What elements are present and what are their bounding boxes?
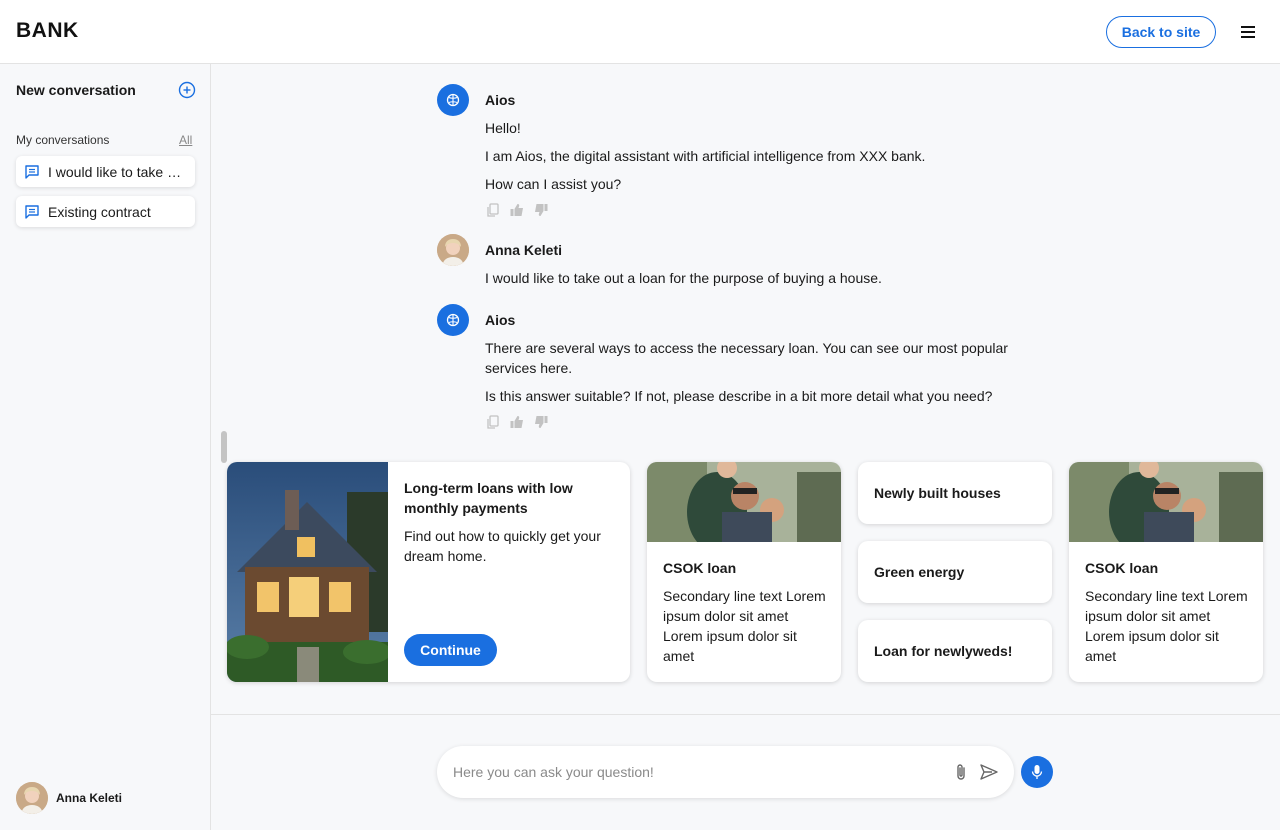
chat-icon bbox=[25, 164, 39, 179]
topic-label: Newly built houses bbox=[874, 485, 1001, 501]
family-image bbox=[1069, 462, 1263, 542]
question-input[interactable] bbox=[453, 760, 933, 784]
user-name: Anna Keleti bbox=[56, 791, 123, 805]
topic-label: Green energy bbox=[874, 564, 965, 580]
thumbs-up-icon[interactable] bbox=[509, 414, 525, 430]
conversation-label: I would like to take out a loan for the … bbox=[48, 163, 188, 180]
topic-label: Loan for newlyweds! bbox=[874, 643, 1013, 659]
new-conversation-label[interactable]: New conversation bbox=[16, 82, 136, 98]
message-text: How can I assist you? bbox=[485, 176, 622, 192]
bot-avatar bbox=[437, 304, 469, 336]
bot-avatar bbox=[437, 84, 469, 116]
family-image bbox=[647, 462, 841, 542]
message-actions bbox=[485, 202, 549, 218]
top-header: BANK Back to site bbox=[0, 0, 1280, 64]
card-title: Long-term loans with low monthly payment… bbox=[404, 480, 573, 516]
paperclip-icon[interactable] bbox=[952, 762, 970, 782]
featured-loan-card[interactable]: Long-term loans with low monthly payment… bbox=[227, 462, 630, 682]
back-to-site-button[interactable]: Back to site bbox=[1106, 16, 1216, 48]
thumbs-up-icon[interactable] bbox=[509, 202, 525, 218]
message-actions bbox=[485, 414, 549, 430]
card-title: CSOK loan bbox=[1085, 560, 1159, 576]
user-profile[interactable]: Anna Keleti bbox=[16, 782, 122, 814]
copy-icon[interactable] bbox=[485, 414, 501, 430]
copy-icon[interactable] bbox=[485, 202, 501, 218]
avatar bbox=[16, 782, 48, 814]
continue-button[interactable]: Continue bbox=[404, 634, 497, 666]
ai-brain-icon bbox=[446, 313, 460, 327]
microphone-button[interactable] bbox=[1021, 756, 1053, 788]
message-text: I would like to take out a loan for the … bbox=[485, 270, 882, 286]
card-description: Secondary line text Lorem ipsum dolor si… bbox=[663, 588, 826, 664]
topic-green-energy[interactable]: Green energy bbox=[858, 541, 1052, 603]
scrollbar-handle[interactable] bbox=[221, 431, 227, 463]
chat-icon bbox=[25, 204, 39, 219]
all-conversations-link[interactable]: All bbox=[179, 133, 192, 147]
conversation-label: Existing contract bbox=[48, 203, 151, 220]
conversation-item-existing-contract[interactable]: Existing contract bbox=[16, 196, 195, 227]
sidebar: New conversation My conversations All I … bbox=[0, 64, 211, 830]
thumbs-down-icon[interactable] bbox=[533, 202, 549, 218]
microphone-icon bbox=[1031, 765, 1043, 779]
csok-loan-card[interactable]: CSOK loan Secondary line text Lorem ipsu… bbox=[647, 462, 841, 682]
my-conversations-heading: My conversations bbox=[16, 133, 110, 147]
send-icon[interactable] bbox=[979, 762, 999, 782]
avatar bbox=[437, 234, 469, 266]
ai-brain-icon bbox=[446, 93, 460, 107]
message-text: I am Aios, the digital assistant with ar… bbox=[485, 148, 926, 164]
sender-name: Anna Keleti bbox=[485, 242, 563, 258]
message-text: There are several ways to access the nec… bbox=[485, 340, 1008, 376]
message-text: Is this answer suitable? If not, please … bbox=[485, 388, 993, 404]
message-text: Hello! bbox=[485, 120, 521, 136]
conversation-item-loan[interactable]: I would like to take out a loan for the … bbox=[16, 156, 195, 187]
house-image bbox=[227, 462, 388, 682]
topic-newly-built-houses[interactable]: Newly built houses bbox=[858, 462, 1052, 524]
card-description: Find out how to quickly get your dream h… bbox=[404, 528, 601, 564]
sender-name: Aios bbox=[485, 312, 516, 328]
add-circle-icon[interactable] bbox=[178, 81, 196, 99]
sender-name: Aios bbox=[485, 92, 516, 108]
question-input-box bbox=[437, 746, 1014, 798]
bank-logo[interactable]: BANK bbox=[16, 19, 79, 43]
hamburger-icon[interactable] bbox=[1238, 22, 1258, 42]
thumbs-down-icon[interactable] bbox=[533, 414, 549, 430]
card-description: Secondary line text Lorem ipsum dolor si… bbox=[1085, 588, 1248, 664]
topic-loan-for-newlyweds[interactable]: Loan for newlyweds! bbox=[858, 620, 1052, 682]
card-title: CSOK loan bbox=[663, 560, 737, 576]
csok-loan-card[interactable]: CSOK loan Secondary line text Lorem ipsu… bbox=[1069, 462, 1263, 682]
